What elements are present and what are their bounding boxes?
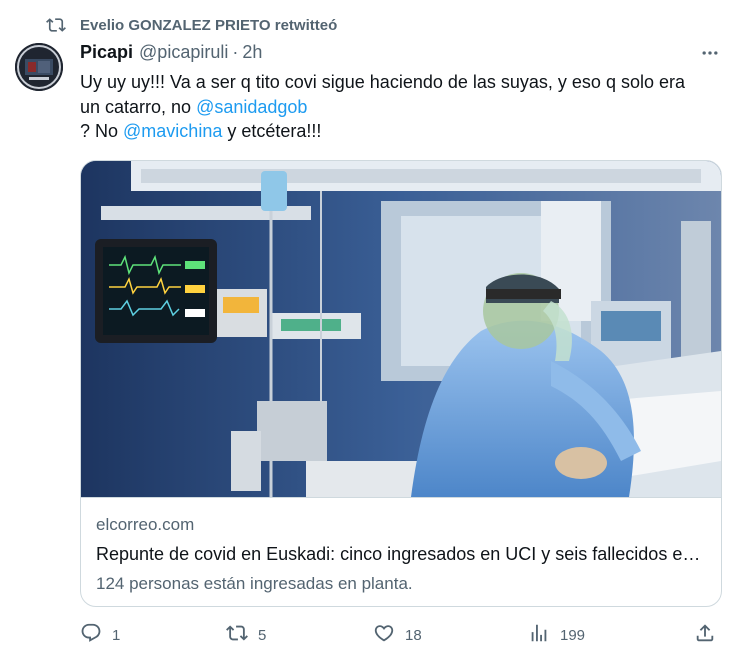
tweet-line-2: un catarro, no @sanidadgob: [80, 95, 720, 120]
tweet-text-segment: un catarro, no: [80, 96, 197, 117]
tweet-line-3: ? No @mavichina y etcétera!!!: [80, 119, 720, 144]
card-description: 124 personas están ingresadas en planta.: [96, 574, 413, 593]
author-name[interactable]: Picapi: [80, 42, 133, 63]
tweet-text-segment: ? No: [80, 121, 124, 141]
timestamp[interactable]: 2h: [242, 42, 262, 63]
reply-count: 1: [112, 626, 121, 644]
tweet-header: Picapi @picapiruli · 2h: [80, 41, 262, 63]
tweet-text: Uy uy uy!!! Va a ser q tito covi sigue h…: [80, 70, 720, 144]
reply-icon: [80, 622, 102, 648]
more-options-icon[interactable]: [698, 43, 722, 63]
author-handle[interactable]: @picapiruli: [139, 42, 228, 63]
share-icon: [694, 622, 716, 648]
separator-dot: ·: [232, 41, 239, 62]
views-button[interactable]: 199: [528, 622, 585, 648]
mention-link[interactable]: @mavichina: [123, 121, 222, 141]
retweet-icon: [44, 13, 68, 37]
heart-icon: [373, 622, 395, 648]
card-image[interactable]: [81, 161, 721, 497]
like-button[interactable]: 18: [373, 622, 422, 648]
action-bar: 1 5 18 199: [80, 622, 720, 648]
like-count: 18: [405, 626, 422, 644]
share-button[interactable]: [694, 622, 716, 648]
views-count: 199: [560, 626, 586, 644]
retweet-context[interactable]: Evelio GONZALEZ PRIETO retwitteó: [44, 13, 337, 37]
link-preview-card[interactable]: elcorreo.com Repunte de covid en Euskadi…: [80, 160, 722, 607]
card-domain: elcorreo.com: [96, 515, 195, 534]
mention-link[interactable]: @sanidadgob: [196, 97, 307, 117]
card-meta: elcorreo.com Repunte de covid en Euskadi…: [81, 497, 721, 606]
retweet-icon: [226, 622, 248, 648]
avatar[interactable]: [15, 43, 63, 91]
views-icon: [528, 622, 550, 648]
retweet-button[interactable]: 5: [226, 622, 266, 648]
tweet-line-1: Uy uy uy!!! Va a ser q tito covi sigue h…: [80, 72, 685, 92]
reply-button[interactable]: 1: [80, 622, 120, 648]
card-title[interactable]: Repunte de covid en Euskadi: cinco ingre…: [96, 542, 706, 566]
retweet-label[interactable]: Evelio GONZALEZ PRIETO retwitteó: [80, 17, 337, 34]
retweet-count: 5: [258, 626, 267, 644]
tweet-text-segment: y etcétera!!!: [222, 121, 322, 141]
